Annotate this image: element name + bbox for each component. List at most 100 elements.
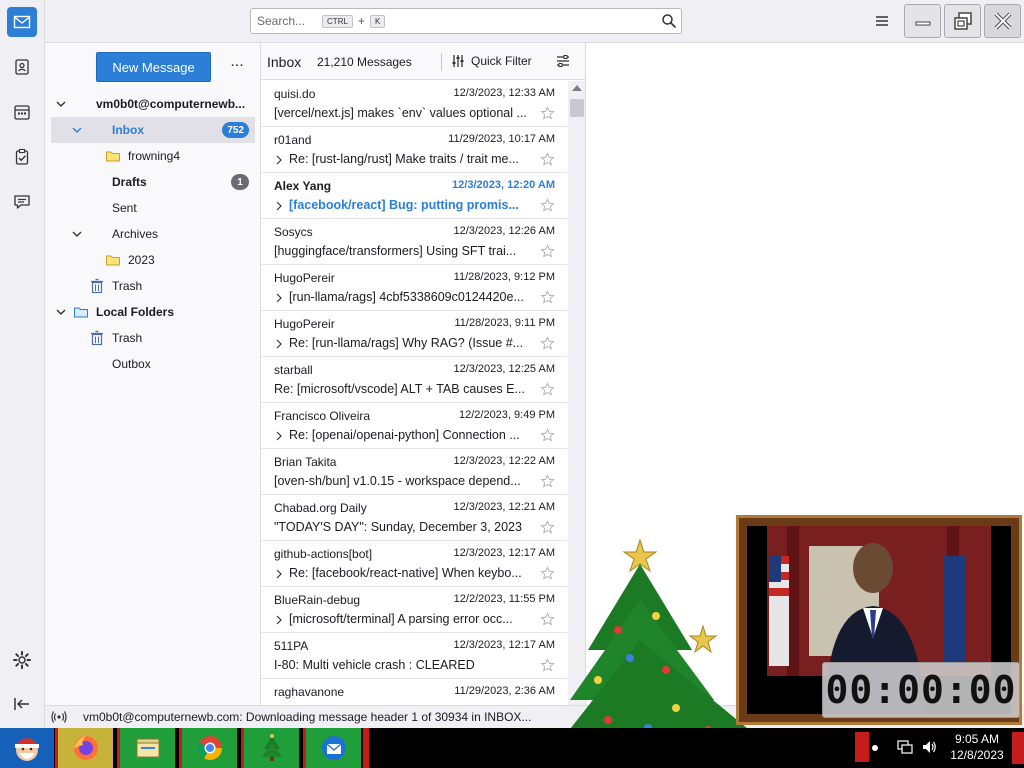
chevron-right-icon[interactable] [274, 615, 284, 625]
taskbar-firefox[interactable] [55, 728, 113, 768]
star-icon[interactable] [540, 428, 555, 443]
folder-name: Trash [112, 331, 143, 345]
star-icon[interactable] [540, 336, 555, 351]
message-sender: Brian Takita [274, 455, 337, 469]
close-button[interactable] [984, 4, 1021, 38]
taskbar-tree-app[interactable] [241, 728, 299, 768]
quick-filter-button[interactable]: Quick Filter [451, 54, 532, 68]
message-row[interactable]: Francisco Oliveira 12/2/2023, 9:49 PM Re… [261, 403, 567, 449]
star-icon[interactable] [540, 474, 555, 489]
taskbar-file-explorer[interactable] [117, 728, 175, 768]
folder-local-trash[interactable]: Trash [51, 325, 255, 351]
message-row[interactable]: Sosycs 12/3/2023, 12:26 AM [huggingface/… [261, 219, 567, 265]
folder-name: Local Folders [96, 305, 175, 319]
account-row[interactable]: vm0b0t@computernewb... [51, 91, 255, 117]
message-date: 11/28/2023, 9:11 PM [454, 317, 556, 329]
folder-drafts[interactable]: Drafts 1 [51, 169, 255, 195]
app-menu-icon[interactable] [873, 12, 891, 30]
message-list: quisi.do 12/3/2023, 12:33 AM [vercel/nex… [261, 81, 567, 705]
address-book-button[interactable] [7, 52, 37, 82]
settings-gear-icon[interactable] [12, 650, 32, 670]
message-sender: Alex Yang [274, 179, 332, 193]
folder-trash[interactable]: Trash [51, 273, 255, 299]
message-row[interactable]: Chabad.org Daily 12/3/2023, 12:21 AM "TO… [261, 495, 567, 541]
folder-2023[interactable]: 2023 [51, 247, 255, 273]
message-sender: 511PA [274, 639, 309, 653]
search-input[interactable]: Search... CTRL + K [250, 8, 682, 34]
clock-time: 9:05 AM [954, 732, 1000, 746]
scroll-up-arrow[interactable] [572, 85, 582, 91]
show-desktop-button[interactable] [1012, 732, 1024, 764]
folder-archives[interactable]: Archives [51, 221, 255, 247]
message-subject: Re: [rust-lang/rust] Make traits / trait… [289, 152, 519, 166]
new-message-button[interactable]: New Message [96, 52, 211, 82]
thunderbird-icon [321, 736, 346, 760]
chevron-right-icon[interactable] [274, 569, 284, 579]
santa-icon [15, 738, 39, 761]
message-row[interactable]: github-actions[bot] 12/3/2023, 12:17 AM … [261, 541, 567, 587]
thread-pane-header: Inbox 21,210 Messages Quick Filter [261, 43, 585, 80]
folder-pane-more-button[interactable]: ... [227, 54, 247, 75]
folder-icon [74, 307, 88, 318]
chevron-down-icon[interactable] [71, 228, 83, 240]
start-button[interactable] [0, 728, 54, 768]
restore-button[interactable] [944, 4, 981, 38]
folder-inbox[interactable]: Inbox 752 [51, 117, 255, 143]
tray-dot-icon[interactable] [872, 745, 878, 751]
message-row[interactable]: HugoPereir 11/28/2023, 9:11 PM Re: [run-… [261, 311, 567, 357]
message-row[interactable]: 511PA 12/3/2023, 12:17 AM I-80: Multi ve… [261, 633, 567, 679]
calendar-button[interactable] [7, 97, 37, 127]
message-row[interactable]: Brian Takita 12/3/2023, 12:22 AM [oven-s… [261, 449, 567, 495]
chevron-right-icon[interactable] [274, 155, 284, 165]
message-row[interactable]: Alex Yang 12/3/2023, 12:20 AM [facebook/… [261, 173, 567, 219]
chevron-down-icon[interactable] [71, 124, 83, 136]
tasks-button[interactable] [7, 142, 37, 172]
star-icon[interactable] [540, 106, 555, 121]
message-row[interactable]: quisi.do 12/3/2023, 12:33 AM [vercel/nex… [261, 81, 567, 127]
message-row[interactable]: raghavanone 11/29/2023, 2:36 AM [261, 679, 567, 705]
message-sender: Sosycs [274, 225, 313, 239]
folder-outbox[interactable]: Outbox [51, 351, 255, 377]
chevron-right-icon[interactable] [274, 431, 284, 441]
filter-icon [452, 55, 464, 67]
message-date: 12/3/2023, 12:17 AM [453, 639, 555, 651]
online-status-icon[interactable] [51, 710, 67, 724]
volume-icon[interactable] [921, 739, 937, 755]
star-icon[interactable] [540, 244, 555, 259]
chevron-right-icon[interactable] [274, 339, 284, 349]
collapse-toolbar-icon[interactable] [12, 694, 32, 714]
folder-sent[interactable]: Sent [51, 195, 255, 221]
message-row[interactable]: r01and 11/29/2023, 10:17 AM Re: [rust-la… [261, 127, 567, 173]
star-icon[interactable] [540, 290, 555, 305]
star-icon[interactable] [540, 382, 555, 397]
chevron-down-icon[interactable] [55, 306, 67, 318]
mail-space-button[interactable] [7, 7, 37, 37]
thread-pane: Inbox 21,210 Messages Quick Filter quisi… [261, 43, 586, 705]
message-row[interactable]: BlueRain-debug 12/2/2023, 11:55 PM [micr… [261, 587, 567, 633]
folder-name: Drafts [112, 175, 147, 189]
chevron-down-icon[interactable] [55, 98, 67, 110]
folder-name: Inbox [112, 123, 144, 137]
message-row[interactable]: starball 12/3/2023, 12:25 AM Re: [micros… [261, 357, 567, 403]
folder-frowning4[interactable]: frowning4 [51, 143, 255, 169]
taskbar-clock[interactable]: 9:05 AM 12/8/2023 [946, 731, 1008, 763]
message-sender: Francisco Oliveira [274, 409, 371, 423]
scroll-thumb[interactable] [570, 99, 584, 117]
taskbar-chrome[interactable] [179, 728, 237, 768]
chevron-right-icon[interactable] [274, 201, 284, 211]
display-options-icon[interactable] [555, 53, 571, 69]
message-date: 12/3/2023, 12:33 AM [453, 87, 555, 99]
search-icon[interactable] [661, 13, 677, 29]
network-icon[interactable] [897, 739, 913, 755]
chevron-right-icon[interactable] [274, 293, 284, 303]
title-bar: Search... CTRL + K [45, 0, 1024, 43]
chat-button[interactable] [7, 187, 37, 217]
star-icon[interactable] [540, 152, 555, 167]
minimize-button[interactable] [904, 4, 941, 38]
message-sender: Chabad.org Daily [274, 501, 367, 515]
message-sender: r01and [274, 133, 312, 147]
message-row[interactable]: HugoPereir 11/28/2023, 9:12 PM [run-llam… [261, 265, 567, 311]
local-folders-row[interactable]: Local Folders [51, 299, 255, 325]
taskbar-thunderbird[interactable] [303, 728, 361, 768]
star-icon[interactable] [540, 198, 555, 213]
